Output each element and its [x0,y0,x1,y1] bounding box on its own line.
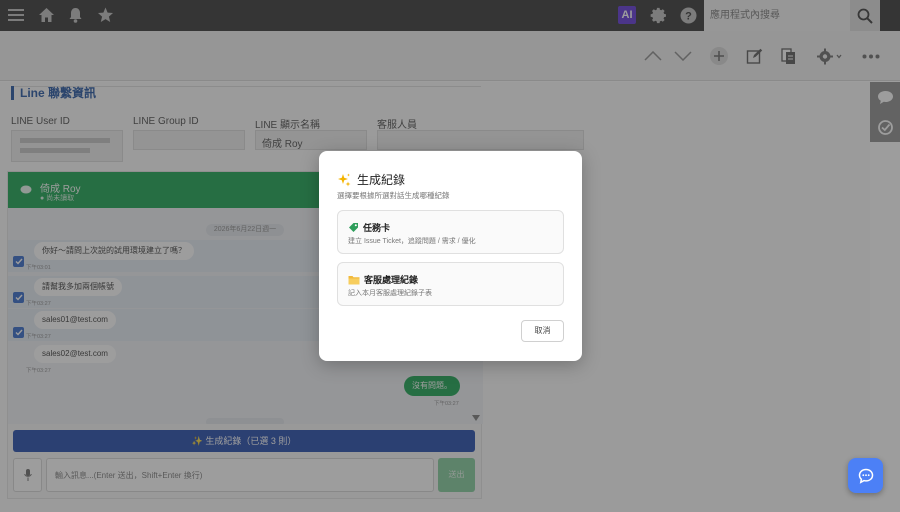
service-record-option[interactable]: 客服處理紀錄 記入本月客服處理紀錄子表 [337,262,564,306]
option-description: 記入本月客服處理紀錄子表 [348,290,432,297]
option-title-row: 客服處理紀錄 [348,273,418,286]
dialog-title: 生成紀錄 [357,173,406,187]
option-title-row: 任務卡 [348,221,390,234]
floating-chat-button[interactable] [848,458,883,493]
option-description: 建立 Issue Ticket，追蹤問題 / 需求 / 優化 [348,238,476,245]
dialog-title-row: 生成紀錄 [337,171,405,188]
folder-icon [348,275,360,284]
task-card-option[interactable]: 任務卡 建立 Issue Ticket，追蹤問題 / 需求 / 優化 [337,210,564,254]
cancel-button[interactable]: 取消 [521,320,564,342]
generate-record-dialog: 生成紀錄 選擇要根據所選對話生成哪種紀錄 任務卡 建立 Issue Ticket… [319,151,582,361]
dialog-subtitle: 選擇要根據所選對話生成哪種紀錄 [337,191,450,200]
option-title: 任務卡 [363,223,391,233]
option-title: 客服處理紀錄 [364,275,419,285]
chat-icon [858,468,873,484]
sparkles-icon [338,173,351,186]
tag-icon [349,223,358,232]
